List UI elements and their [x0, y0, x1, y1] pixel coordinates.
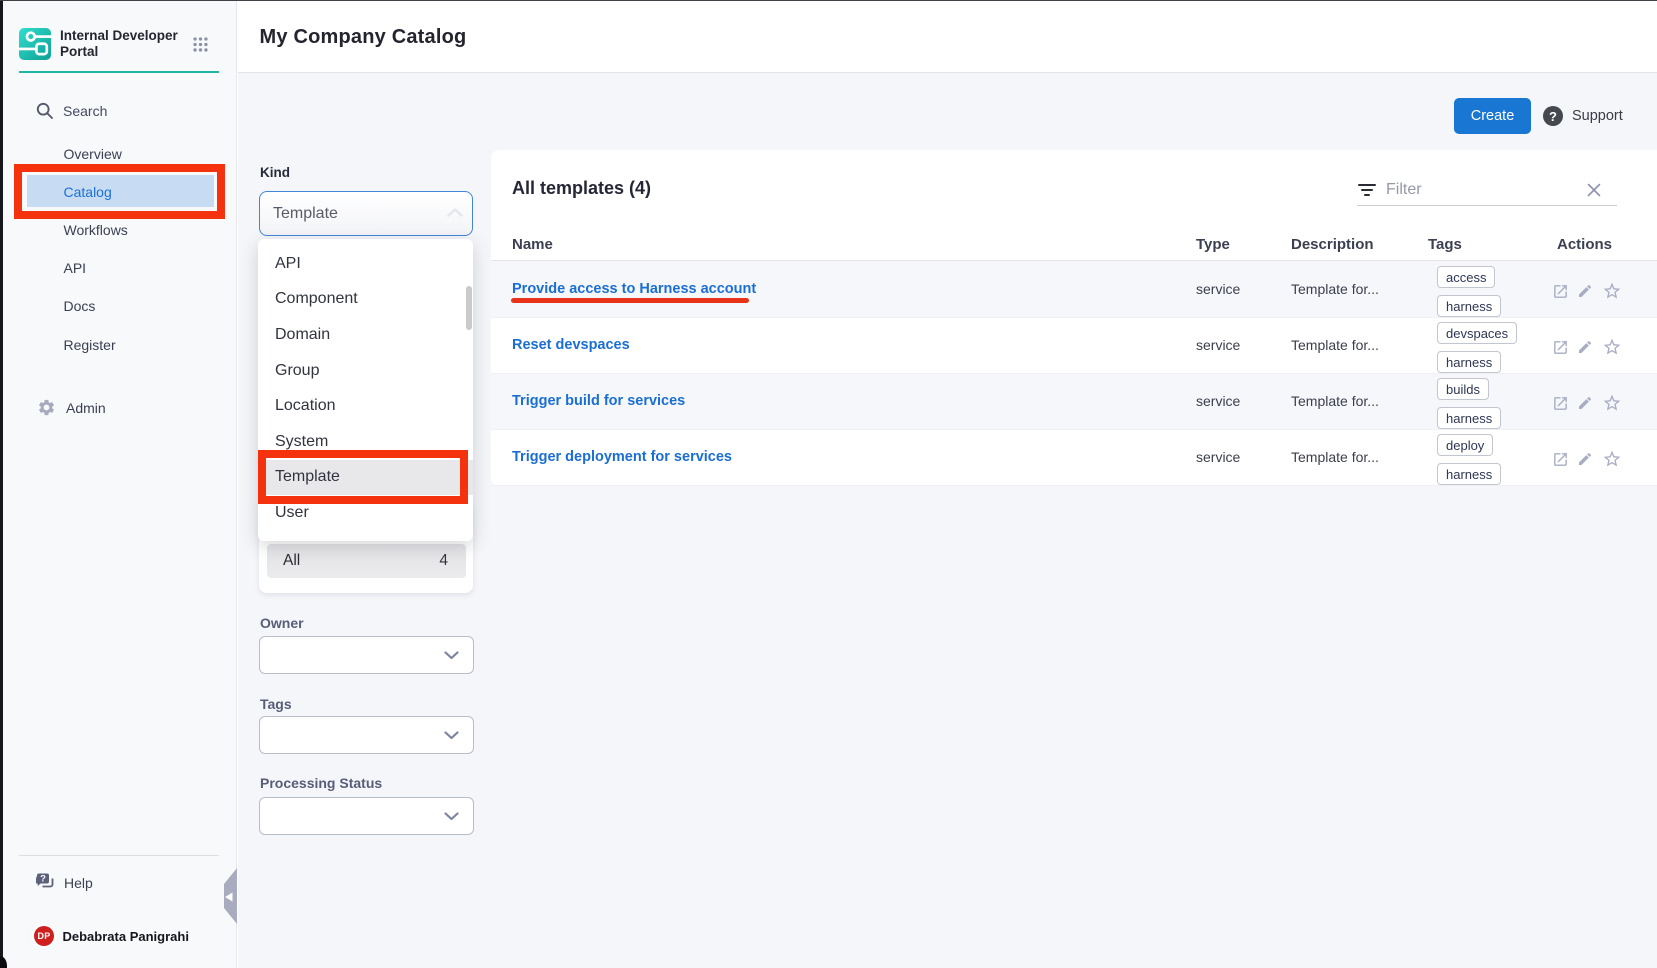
svg-text:?: ? — [40, 874, 46, 885]
